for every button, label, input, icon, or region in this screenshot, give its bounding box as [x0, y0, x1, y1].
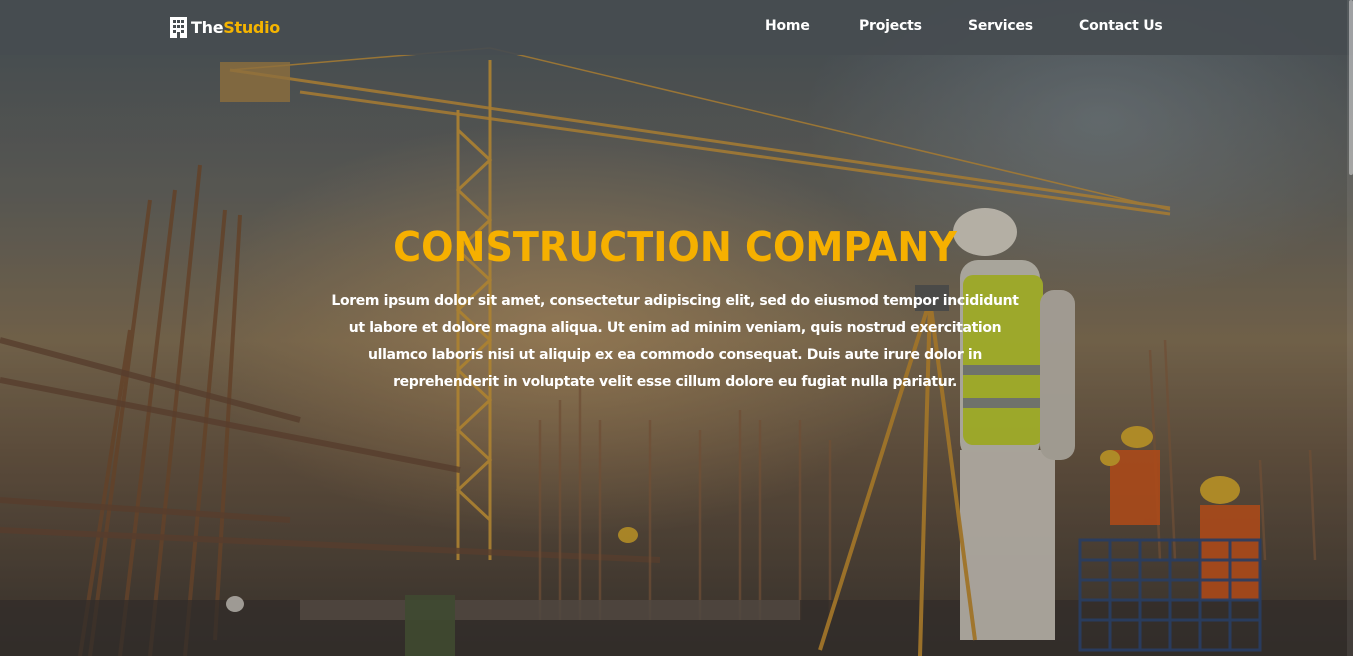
nav-link-contact-us[interactable]: Contact Us [1079, 18, 1163, 34]
page: The Studio Home Projects Services Contact… [0, 0, 1353, 656]
nav-link-projects[interactable]: Projects [859, 18, 922, 34]
nav-link-home[interactable]: Home [765, 18, 810, 34]
scrollbar-thumb[interactable] [1349, 0, 1353, 175]
hero-description: Lorem ipsum dolor sit amet, consectetur … [331, 293, 1019, 390]
hero-content: CONSTRUCTION COMPANY Lorem ipsum dolor s… [320, 220, 1030, 396]
nav-link-services[interactable]: Services [968, 18, 1033, 34]
nav-menu: Home Projects Services Contact Us [0, 18, 1353, 38]
hero-title: CONSTRUCTION COMPANY [393, 223, 957, 271]
page-scrollbar[interactable] [1347, 0, 1353, 656]
navbar: The Studio Home Projects Services Contact… [0, 0, 1353, 55]
